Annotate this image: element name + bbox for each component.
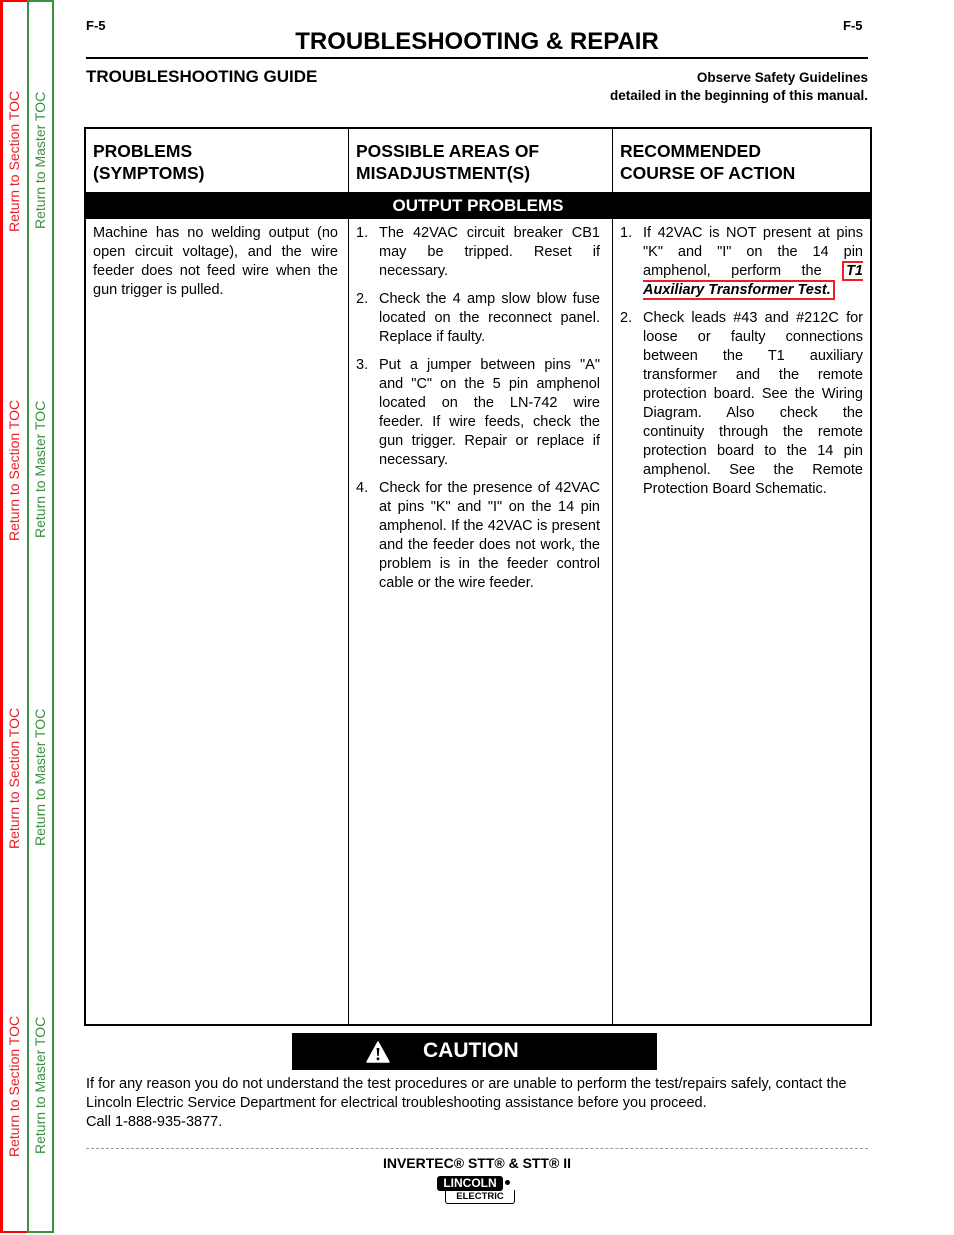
step-number: 3.: [356, 357, 369, 373]
caution-phone: Call 1-888-935-3877.: [86, 1114, 223, 1130]
return-to-section-toc-link[interactable]: Return to Section TOC: [6, 708, 22, 849]
safety-note-line2: detailed in the beginning of this manual…: [609, 88, 868, 103]
header-misadjustments-line1: POSSIBLE AREAS OF: [356, 141, 540, 161]
logo-lincoln-text: LINCOLN: [437, 1176, 503, 1191]
header-course-of-action: RECOMMENDED COURSE OF ACTION: [612, 129, 870, 192]
step-text: The 42VAC circuit breaker CB1 may be tri…: [379, 225, 600, 279]
step-number: 1.: [356, 225, 369, 241]
misadjustments-cell: 1. The 42VAC circuit breaker CB1 may be t…: [348, 219, 612, 1024]
table-header-row: PROBLEMS (SYMPTOMS) POSSIBLE AREAS OF MI…: [86, 129, 870, 192]
header-misadjustments-line2: MISADJUSTMENT(S): [356, 163, 531, 183]
action-item: 1. If 42VAC is NOT present at pins "K" an…: [620, 224, 863, 300]
symptom-text: Machine has no welding output (no open c…: [93, 225, 338, 298]
page-title: TROUBLESHOOTING & REPAIR: [295, 28, 659, 55]
misadjustment-item: 1. The 42VAC circuit breaker CB1 may be t…: [356, 224, 600, 281]
step-text: Check for the presence of 42VAC at pins …: [379, 480, 600, 591]
title-divider: [86, 57, 868, 59]
step-text: Check the 4 amp slow blow fuse located o…: [379, 291, 600, 345]
step-number: 1.: [620, 225, 633, 241]
safety-note-line1: Observe Safety Guidelines: [696, 70, 868, 85]
header-action-line1: RECOMMENDED: [620, 141, 761, 161]
return-to-master-toc-link[interactable]: Return to Master TOC: [32, 401, 48, 538]
step-text: If 42VAC is NOT present at pins "K" and …: [643, 225, 863, 279]
lincoln-electric-logo: LINCOLN ELECTRIC: [437, 1176, 517, 1206]
warning-triangle-icon: [366, 1041, 390, 1063]
table-row: Machine has no welding output (no open c…: [86, 219, 870, 1024]
header-misadjustments: POSSIBLE AREAS OF MISADJUSTMENT(S): [348, 129, 612, 192]
footer-divider: [86, 1148, 868, 1149]
misadjustment-item: 4. Check for the presence of 42VAC at pin…: [356, 479, 600, 593]
return-to-master-toc-link[interactable]: Return to Master TOC: [32, 709, 48, 846]
step-text: Check leads #43 and #212C for loose or f…: [643, 310, 863, 497]
step-text: Put a jumper between pins "A" and "C" on…: [379, 357, 600, 468]
section-heading: TROUBLESHOOTING GUIDE: [86, 67, 318, 86]
header-problems-line1: PROBLEMS: [93, 141, 193, 161]
logo-registered-dot: [505, 1180, 510, 1185]
return-to-section-toc-link[interactable]: Return to Section TOC: [6, 91, 22, 232]
section-toc-strip-top: [0, 0, 28, 2]
action-item: 2. Check leads #43 and #212C for loose or…: [620, 309, 863, 499]
caution-text: If for any reason you do not understand …: [86, 1075, 870, 1132]
misadjustment-item: 2. Check the 4 amp slow blow fuse located…: [356, 290, 600, 347]
logo-electric-text: ELECTRIC: [445, 1190, 515, 1204]
misadjustment-item: 3. Put a jumper between pins "A" and "C" …: [356, 356, 600, 470]
symptom-cell: Machine has no welding output (no open c…: [86, 219, 348, 1024]
caution-text-main: If for any reason you do not understand …: [86, 1076, 847, 1111]
safety-note: Observe Safety Guidelines detailed in th…: [610, 69, 868, 105]
footer-product-name: INVERTEC® STT® & STT® II: [382, 1155, 572, 1171]
step-number: 2.: [620, 310, 633, 326]
step-number: 4.: [356, 480, 369, 496]
troubleshooting-table: PROBLEMS (SYMPTOMS) POSSIBLE AREAS OF MI…: [84, 127, 872, 1026]
header-problems-line2: (SYMPTOMS): [93, 163, 205, 183]
step-number: 2.: [356, 291, 369, 307]
actions-cell: 1. If 42VAC is NOT present at pins "K" an…: [612, 219, 870, 1024]
return-to-master-toc-link[interactable]: Return to Master TOC: [32, 92, 48, 229]
header-action-line2: COURSE OF ACTION: [620, 163, 796, 183]
caution-label: CAUTION: [423, 1039, 519, 1062]
caution-banner: CAUTION: [292, 1033, 657, 1070]
return-to-master-toc-link[interactable]: Return to Master TOC: [32, 1017, 48, 1154]
section-bar-output-problems: OUTPUT PROBLEMS: [86, 192, 870, 219]
return-to-section-toc-link[interactable]: Return to Section TOC: [6, 1016, 22, 1157]
return-to-section-toc-link[interactable]: Return to Section TOC: [6, 400, 22, 541]
header-problems: PROBLEMS (SYMPTOMS): [86, 129, 348, 192]
